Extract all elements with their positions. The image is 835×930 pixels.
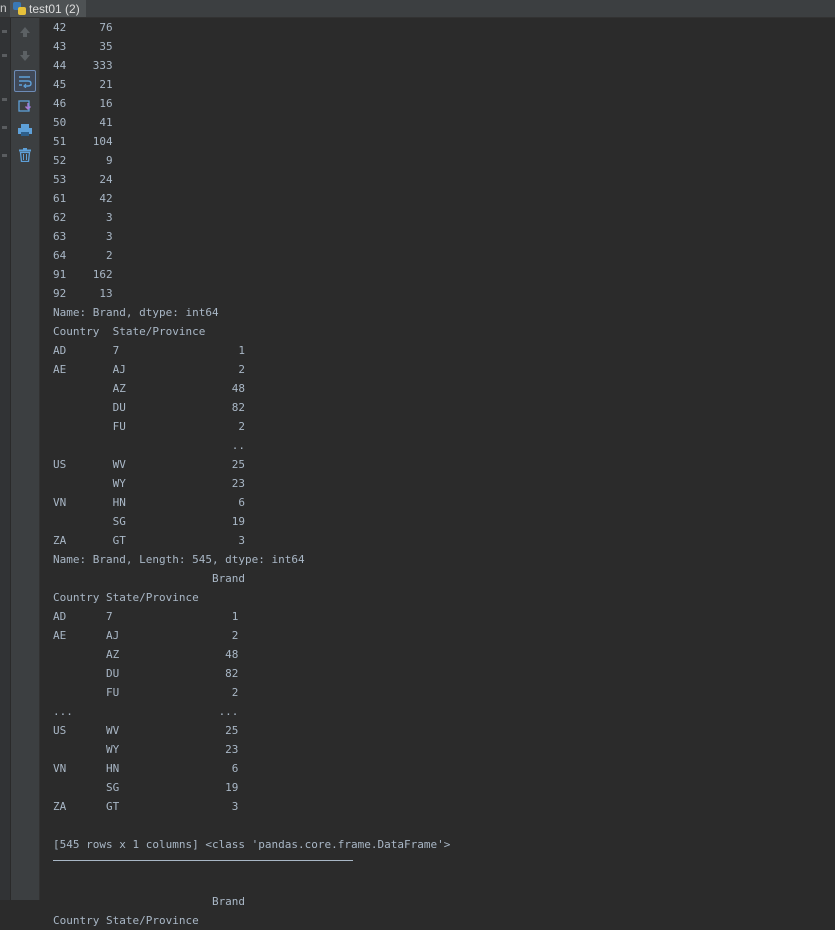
strip-marker [2,98,7,101]
console-line: AE AJ 2 [53,629,239,642]
tab-title: test01 (2) [29,1,80,16]
console-line: 43 35 [53,40,113,53]
console-line: .. [53,439,246,452]
console-line: SG 19 [53,781,239,794]
strip-marker [2,126,7,129]
console-line: US WV 25 [53,724,239,737]
console-line: WY 23 [53,477,246,490]
scroll-up-button[interactable] [14,21,36,43]
print-icon [18,124,32,136]
console-line: ... ... [53,705,239,718]
console-line: 62 3 [53,211,113,224]
console-line: 53 24 [53,173,113,186]
scroll-to-end-icon [18,100,31,112]
clear-all-button[interactable] [14,144,36,166]
strip-marker [2,30,7,33]
console-line: 42 76 [53,21,113,34]
run-tab-test01[interactable]: test01 (2) [10,0,86,17]
scroll-up-icon [20,27,30,37]
console-line: AD 7 1 [53,344,246,357]
console-line: WY 23 [53,743,239,756]
console-line: ZA GT 3 [53,534,246,547]
console-line: SG 19 [53,515,246,528]
console-line: 45 21 [53,78,113,91]
previous-tab-fragment[interactable]: n [0,1,7,15]
console-line: Brand [53,895,246,908]
console-line: 44 333 [53,59,113,72]
console-line: 91 162 [53,268,113,281]
console-line: FU 2 [53,420,246,433]
console-line: [545 rows x 1 columns] <class 'pandas.co… [53,838,451,851]
console-line: Country State/Province [53,325,206,338]
console-line: 50 41 [53,116,113,129]
scroll-down-button[interactable] [14,45,36,67]
console-line: FU 2 [53,686,239,699]
clear-all-icon [19,148,31,162]
console-line: VN HN 6 [53,762,239,775]
console-line: Country State/Province [53,591,199,604]
side-strip [0,18,11,900]
console-line: 61 42 [53,192,113,205]
print-button[interactable] [14,119,36,141]
editor-tab-bar: n test01 (2) [0,0,835,18]
strip-marker [2,54,7,57]
console-line: ZA GT 3 [53,800,239,813]
console-line: 92 13 [53,287,113,300]
console-lines: 42 76 43 35 44 333 45 21 46 16 50 41 51 104 52 … [53,18,835,854]
console-line: VN HN 6 [53,496,246,509]
scroll-to-end-button[interactable] [14,95,36,117]
console-line: Name: Brand, dtype: int64 [53,306,219,319]
console-line: DU 82 [53,667,239,680]
console-line: 63 3 [53,230,113,243]
console-line: US WV 25 [53,458,246,471]
console-line: 64 2 [53,249,113,262]
console-line: 46 16 [53,97,113,110]
console-line: AZ 48 [53,382,246,395]
console-line: DU 82 [53,401,246,414]
strip-marker [2,154,7,157]
output-divider [53,860,353,861]
console-toolbar [11,18,40,900]
console-line: AE AJ 2 [53,363,246,376]
console-line: 52 9 [53,154,113,167]
soft-wrap-button[interactable] [14,70,36,92]
console-lines-after: Brand Country State/Province [53,873,835,930]
run-console-output[interactable]: 42 76 43 35 44 333 45 21 46 16 50 41 51 104 52 … [53,18,835,927]
console-line: Name: Brand, Length: 545, dtype: int64 [53,553,305,566]
console-line: Country State/Province [53,914,199,927]
scroll-down-icon [20,51,30,61]
console-line: 51 104 [53,135,113,148]
console-line: AD 7 1 [53,610,239,623]
soft-wrap-icon [19,76,32,88]
python-file-icon [13,2,26,15]
console-line: AZ 48 [53,648,239,661]
console-line: Brand [53,572,246,585]
